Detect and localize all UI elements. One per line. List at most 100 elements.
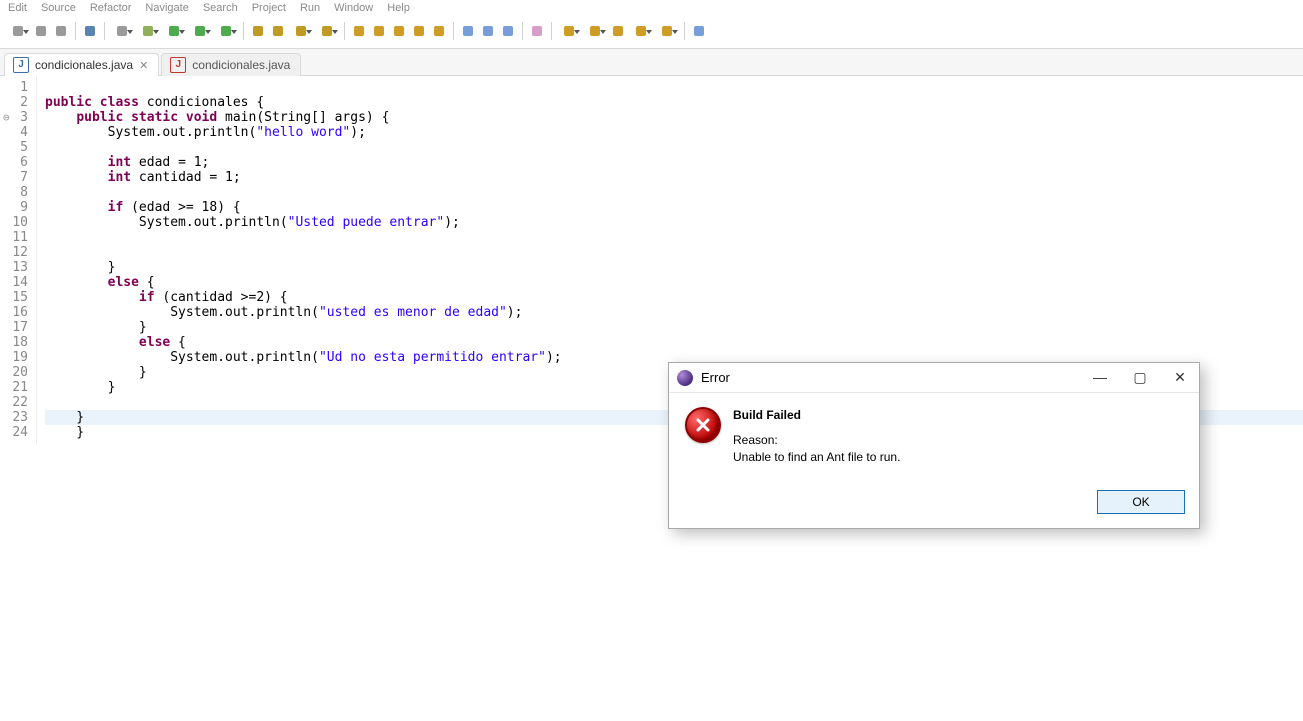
debug-icon[interactable] — [136, 22, 160, 40]
last-edit-icon[interactable] — [609, 22, 627, 40]
open-task-icon[interactable] — [350, 22, 368, 40]
skip-breakpoints-icon[interactable] — [110, 22, 134, 40]
save-icon[interactable] — [32, 22, 50, 40]
code-line[interactable]: int cantidad = 1; — [45, 170, 1303, 185]
toggle-breadcrumb-icon[interactable] — [81, 22, 99, 40]
toggle-block-icon[interactable] — [479, 22, 497, 40]
maximize-icon[interactable]: ▢ — [1129, 369, 1151, 386]
dialog-title: Error — [701, 370, 730, 385]
code-line[interactable]: } — [45, 260, 1303, 275]
toolbar-separator — [684, 22, 685, 40]
line-number: 20 — [6, 365, 28, 380]
code-line[interactable]: if (cantidad >=2) { — [45, 290, 1303, 305]
code-line[interactable]: } — [45, 320, 1303, 335]
menu-bar: Edit Source Refactor Navigate Search Project R… — [0, 0, 1303, 14]
tab-label: condicionales.java — [192, 58, 290, 72]
code-line[interactable]: public static void main(String[] args) { — [45, 110, 1303, 125]
line-number: 1 — [6, 80, 28, 95]
line-number: 12 — [6, 245, 28, 260]
line-number: 14 — [6, 275, 28, 290]
new-java-class-icon[interactable] — [249, 22, 267, 40]
code-line[interactable]: else { — [45, 335, 1303, 350]
menu-run[interactable]: Run — [300, 2, 320, 14]
toggle-mark-icon[interactable] — [459, 22, 477, 40]
highlight-icon[interactable] — [430, 22, 448, 40]
new-package-icon[interactable] — [269, 22, 287, 40]
toolbar-separator — [522, 22, 523, 40]
code-line[interactable]: int edad = 1; — [45, 155, 1303, 170]
line-number: 15 — [6, 290, 28, 305]
line-number: 2 — [6, 95, 28, 110]
dialog-reason-label: Reason: — [733, 432, 900, 449]
code-line[interactable] — [45, 140, 1303, 155]
code-line[interactable]: System.out.println("hello word"); — [45, 125, 1303, 140]
new-java-project-icon[interactable] — [289, 22, 313, 40]
line-number: 24 — [6, 425, 28, 440]
minimize-icon[interactable]: — — [1089, 369, 1111, 386]
next-annotation-icon[interactable] — [557, 22, 581, 40]
coverage-icon[interactable] — [188, 22, 212, 40]
prev-annotation-icon[interactable] — [583, 22, 607, 40]
code-line[interactable] — [45, 80, 1303, 95]
open-type-icon[interactable] — [315, 22, 339, 40]
line-number: 23 — [6, 410, 28, 425]
run-icon[interactable] — [162, 22, 186, 40]
line-number: 18 — [6, 335, 28, 350]
code-line[interactable]: System.out.println("usted es menor de ed… — [45, 305, 1303, 320]
menu-window[interactable]: Window — [334, 2, 373, 14]
line-number: 17 — [6, 320, 28, 335]
line-number: 13 — [6, 260, 28, 275]
menu-search[interactable]: Search — [203, 2, 238, 14]
new-icon[interactable] — [6, 22, 30, 40]
line-number: 11 — [6, 230, 28, 245]
search-icon[interactable] — [390, 22, 408, 40]
code-line[interactable]: if (edad >= 18) { — [45, 200, 1303, 215]
toolbar — [0, 14, 1303, 49]
eclipse-icon — [677, 370, 693, 386]
menu-edit[interactable]: Edit — [8, 2, 27, 14]
menu-project[interactable]: Project — [252, 2, 286, 14]
toolbar-separator — [453, 22, 454, 40]
tab-close-icon[interactable]: ✕ — [139, 59, 148, 72]
close-icon[interactable]: ✕ — [1169, 369, 1191, 386]
line-number: 16 — [6, 305, 28, 320]
forward-icon[interactable] — [655, 22, 679, 40]
editor-tab[interactable]: Jcondicionales.java — [161, 53, 301, 76]
line-number: 4 — [6, 125, 28, 140]
code-line[interactable]: System.out.println("Usted puede entrar")… — [45, 215, 1303, 230]
ok-button[interactable]: OK — [1097, 490, 1185, 514]
error-dialog: Error — ▢ ✕ Build Failed Reason: Unable … — [668, 362, 1200, 529]
code-line[interactable] — [45, 185, 1303, 200]
toolbar-separator — [75, 22, 76, 40]
open-perspective-icon[interactable] — [690, 22, 708, 40]
code-line[interactable] — [45, 230, 1303, 245]
code-line[interactable]: public class condicionales { — [45, 95, 1303, 110]
line-number: 10 — [6, 215, 28, 230]
java-file-icon: J — [170, 57, 186, 73]
run-last-icon[interactable] — [214, 22, 238, 40]
toolbar-separator — [104, 22, 105, 40]
save-all-icon[interactable] — [52, 22, 70, 40]
show-whitespace-icon[interactable] — [499, 22, 517, 40]
editor-tabs: Jcondicionales.java ✕ Jcondicionales.java — [0, 49, 1303, 76]
dialog-titlebar[interactable]: Error — ▢ ✕ — [669, 363, 1199, 393]
dialog-reason-text: Unable to find an Ant file to run. — [733, 449, 900, 466]
dialog-header: Build Failed — [733, 407, 900, 424]
line-number: 19 — [6, 350, 28, 365]
menu-navigate[interactable]: Navigate — [145, 2, 188, 14]
dialog-message: Build Failed Reason: Unable to find an A… — [733, 407, 900, 466]
editor-tab[interactable]: Jcondicionales.java✕ — [4, 53, 159, 76]
back-icon[interactable] — [629, 22, 653, 40]
code-line[interactable] — [45, 245, 1303, 260]
pin-editor-icon[interactable] — [528, 22, 546, 40]
line-number: 3 — [6, 110, 28, 125]
open-task-list-icon[interactable] — [370, 22, 388, 40]
tab-label: condicionales.java — [35, 58, 133, 72]
code-line[interactable]: else { — [45, 275, 1303, 290]
menu-refactor[interactable]: Refactor — [90, 2, 132, 14]
menu-source[interactable]: Source — [41, 2, 76, 14]
edit-icon[interactable] — [410, 22, 428, 40]
menu-help[interactable]: Help — [387, 2, 410, 14]
toolbar-separator — [344, 22, 345, 40]
toolbar-separator — [551, 22, 552, 40]
